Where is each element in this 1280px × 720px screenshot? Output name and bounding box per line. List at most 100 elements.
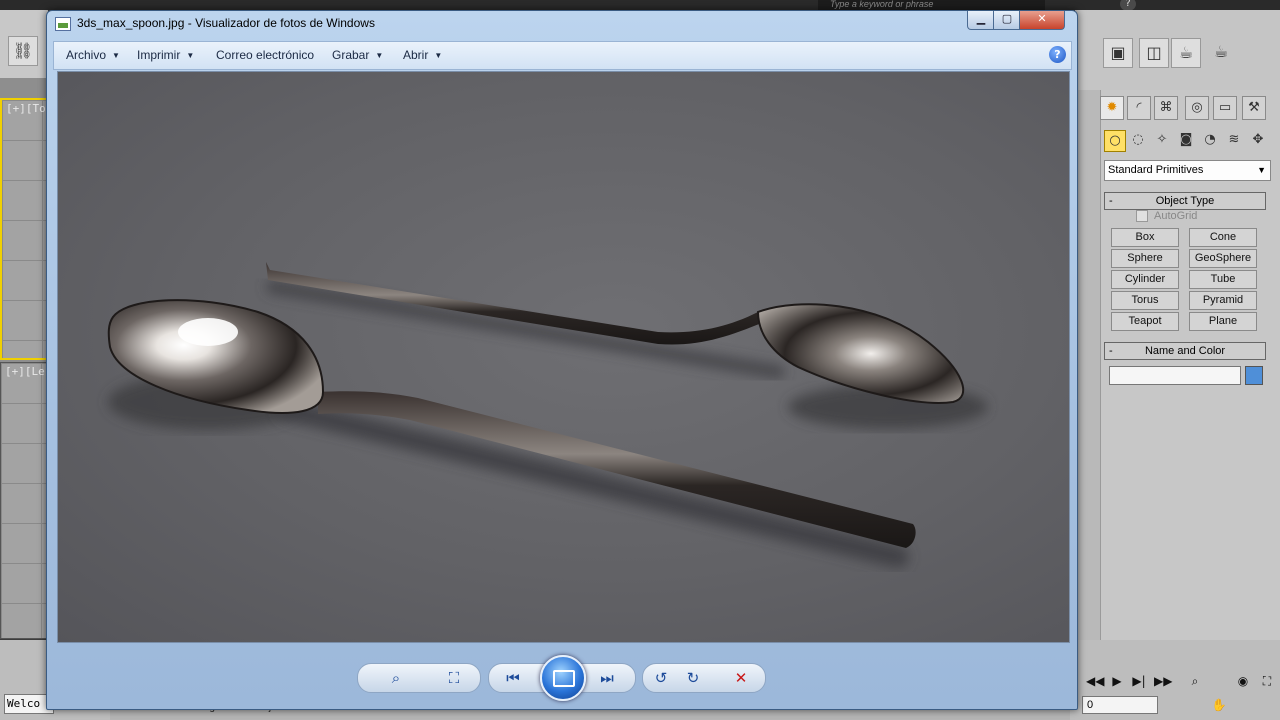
helpers-icon[interactable]: ◔ bbox=[1200, 130, 1220, 150]
render-setup-icon[interactable]: ▣ bbox=[1103, 38, 1133, 68]
tube-button[interactable]: Tube bbox=[1189, 270, 1257, 289]
play-icon[interactable]: ▶ bbox=[1108, 673, 1126, 689]
maximize-button[interactable]: ▢ bbox=[993, 11, 1021, 30]
zoom-icon[interactable]: ⌕ bbox=[384, 668, 408, 688]
previous-icon[interactable]: ⏮ bbox=[501, 668, 525, 688]
link-icon[interactable]: ⛓ bbox=[8, 36, 38, 66]
menu-imprimir[interactable]: Imprimir ▼ bbox=[137, 48, 194, 62]
photo-viewer-window[interactable]: 3ds_max_spoon.jpg - Visualizador de foto… bbox=[46, 10, 1078, 710]
systems-icon[interactable]: ✥ bbox=[1248, 130, 1268, 150]
primitives-dropdown[interactable]: Standard Primitives ▼ bbox=[1104, 160, 1271, 181]
next-icon[interactable]: ⏭ bbox=[595, 668, 619, 688]
menu-grabar-label: Grabar bbox=[332, 48, 370, 62]
collapse-icon: - bbox=[1109, 195, 1113, 207]
chevron-down-icon: ▼ bbox=[434, 51, 443, 60]
name-color-rollout[interactable]: - Name and Color bbox=[1104, 342, 1266, 360]
viewport-top[interactable]: [+][To bbox=[0, 98, 51, 360]
viewport-left[interactable]: [+][Le bbox=[0, 362, 49, 639]
motion-tab-icon[interactable]: ◎ bbox=[1185, 96, 1209, 120]
maximize-viewport-icon[interactable]: ⛶ bbox=[1258, 673, 1276, 689]
slideshow-icon[interactable] bbox=[540, 655, 586, 701]
max-left-viewports: [+][To [+][Le bbox=[0, 78, 51, 639]
max-search-box[interactable]: Type a keyword or phrase bbox=[818, 0, 1045, 10]
rotate-right-icon[interactable]: ↻ bbox=[681, 668, 705, 688]
pan-icon[interactable]: ✋ bbox=[1210, 697, 1228, 713]
zoom-group: ⌕ ⛶ bbox=[357, 663, 481, 693]
play-back-icon[interactable]: ◀◀ bbox=[1086, 673, 1104, 689]
cylinder-button[interactable]: Cylinder bbox=[1111, 270, 1179, 289]
chevron-down-icon: ▼ bbox=[375, 51, 384, 60]
sphere-button[interactable]: Sphere bbox=[1111, 249, 1179, 268]
screen-icon bbox=[553, 670, 575, 687]
geometry-icon[interactable]: ○ bbox=[1104, 130, 1126, 152]
menu-grabar[interactable]: Grabar ▼ bbox=[332, 48, 383, 62]
lights-icon[interactable]: ✧ bbox=[1152, 130, 1172, 150]
viewport-left-label[interactable]: [+][Le bbox=[5, 365, 45, 378]
menu-archivo-label: Archivo bbox=[66, 48, 107, 62]
help-icon[interactable]: ? bbox=[1049, 46, 1066, 63]
utilities-tab-icon[interactable]: ⚒ bbox=[1242, 96, 1266, 120]
menu-archivo[interactable]: Archivo ▼ bbox=[66, 48, 120, 62]
primitives-dropdown-value: Standard Primitives bbox=[1108, 164, 1204, 176]
chevron-down-icon: ▼ bbox=[1257, 165, 1266, 175]
max-gap-strip bbox=[1075, 90, 1100, 660]
menu-correo-label: Correo electrónico bbox=[216, 48, 315, 62]
image-display[interactable] bbox=[57, 71, 1070, 643]
title-bar[interactable]: 3ds_max_spoon.jpg - Visualizador de foto… bbox=[47, 11, 1077, 37]
bowl-highlight bbox=[178, 318, 238, 346]
delete-icon[interactable]: ✕ bbox=[729, 668, 753, 688]
display-tab-icon[interactable]: ▭ bbox=[1213, 96, 1237, 120]
rendered-frame-icon[interactable]: ◫ bbox=[1139, 38, 1169, 68]
modify-tab-icon[interactable]: ◜ bbox=[1127, 96, 1151, 120]
orbit-icon[interactable]: ◉ bbox=[1234, 673, 1252, 689]
shapes-icon[interactable]: ◌ bbox=[1128, 130, 1148, 150]
checkbox-icon bbox=[1136, 210, 1148, 223]
geosphere-button[interactable]: GeoSphere bbox=[1189, 249, 1257, 268]
autogrid-checkbox[interactable]: AutoGrid bbox=[1136, 210, 1198, 223]
create-categories: ○ ◌ ✧ ◙ ◔ ≋ ✥ bbox=[1104, 130, 1276, 152]
object-type-rollout[interactable]: - Object Type bbox=[1104, 192, 1266, 210]
object-color-swatch[interactable] bbox=[1245, 366, 1263, 385]
plane-button[interactable]: Plane bbox=[1189, 312, 1257, 331]
photo-viewer-app-icon bbox=[55, 17, 71, 31]
back-spoon-bowl bbox=[756, 303, 965, 404]
pyramid-button[interactable]: Pyramid bbox=[1189, 291, 1257, 310]
go-end-icon[interactable]: ▶▶ bbox=[1154, 673, 1172, 689]
cone-button[interactable]: Cone bbox=[1189, 228, 1257, 247]
box-button[interactable]: Box bbox=[1111, 228, 1179, 247]
hierarchy-tab-icon[interactable]: ⌘ bbox=[1154, 96, 1178, 120]
viewport-top-label[interactable]: [+][To bbox=[6, 102, 46, 115]
current-frame-field[interactable]: 0 bbox=[1082, 696, 1158, 714]
name-color-title: Name and Color bbox=[1144, 345, 1226, 357]
spacewarps-icon[interactable]: ≋ bbox=[1224, 130, 1244, 150]
viewer-controls: ⌕ ⛶ ⏮ ⏭ ↺ ↻ ✕ bbox=[357, 655, 767, 701]
autogrid-label: AutoGrid bbox=[1154, 210, 1198, 222]
chevron-down-icon: ▼ bbox=[112, 51, 120, 60]
rotate-left-icon[interactable]: ↺ bbox=[649, 668, 673, 688]
object-name-field[interactable] bbox=[1109, 366, 1241, 385]
spoon-photo bbox=[107, 262, 988, 568]
menu-correo[interactable]: Correo electrónico bbox=[216, 48, 314, 62]
render-production-icon[interactable]: ☕ bbox=[1171, 38, 1201, 68]
chevron-down-icon: ▼ bbox=[186, 51, 195, 60]
create-tab-icon[interactable]: ✹ bbox=[1100, 96, 1124, 120]
teapot-button[interactable]: Teapot bbox=[1111, 312, 1179, 331]
fit-window-icon[interactable]: ⛶ bbox=[442, 668, 466, 688]
close-button[interactable]: ✕ bbox=[1019, 11, 1065, 30]
zoom-viewport-icon[interactable]: ⌕ bbox=[1186, 673, 1204, 689]
torus-button[interactable]: Torus bbox=[1111, 291, 1179, 310]
menu-abrir[interactable]: Abrir ▼ bbox=[403, 48, 442, 62]
rotate-group: ↺ ↻ ✕ bbox=[642, 663, 766, 693]
menu-abrir-label: Abrir bbox=[403, 48, 429, 62]
cameras-icon[interactable]: ◙ bbox=[1176, 130, 1196, 150]
menu-bar: Archivo ▼ Imprimir ▼ Correo electrónico Gr… bbox=[53, 41, 1072, 70]
handle-shadow bbox=[277, 399, 909, 568]
next-frame-icon[interactable]: ▶| bbox=[1130, 673, 1148, 689]
command-panel-tabs: ✹ ◜ ⌘ ◎ ▭ ⚒ bbox=[1100, 96, 1280, 122]
max-toolbar-right: ▣ ◫ ☕ ☕ bbox=[1075, 10, 1280, 91]
render-teapot-icon[interactable]: ☕ bbox=[1207, 38, 1235, 66]
max-toolbar-left: ⛓ bbox=[0, 10, 48, 79]
menu-imprimir-label: Imprimir bbox=[137, 48, 181, 62]
object-type-title: Object Type bbox=[1155, 195, 1215, 207]
minimize-button[interactable]: ▁ bbox=[967, 11, 995, 30]
